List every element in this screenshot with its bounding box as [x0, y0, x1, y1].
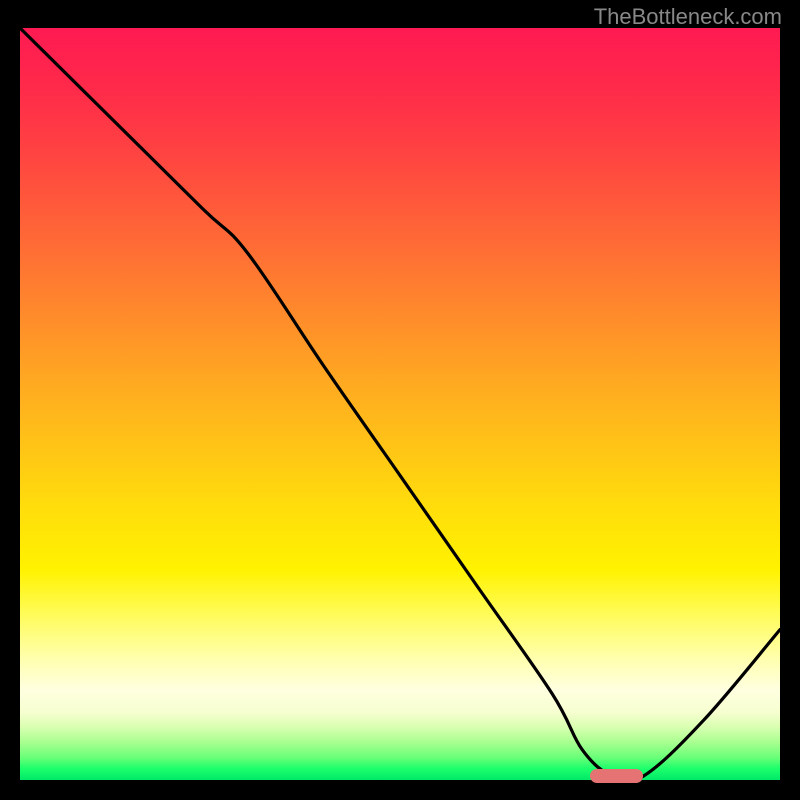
chart-plot-area — [20, 28, 780, 780]
optimal-marker — [590, 769, 643, 783]
watermark-text: TheBottleneck.com — [594, 4, 782, 30]
curve-path — [20, 28, 780, 780]
chart-curve — [20, 28, 780, 780]
